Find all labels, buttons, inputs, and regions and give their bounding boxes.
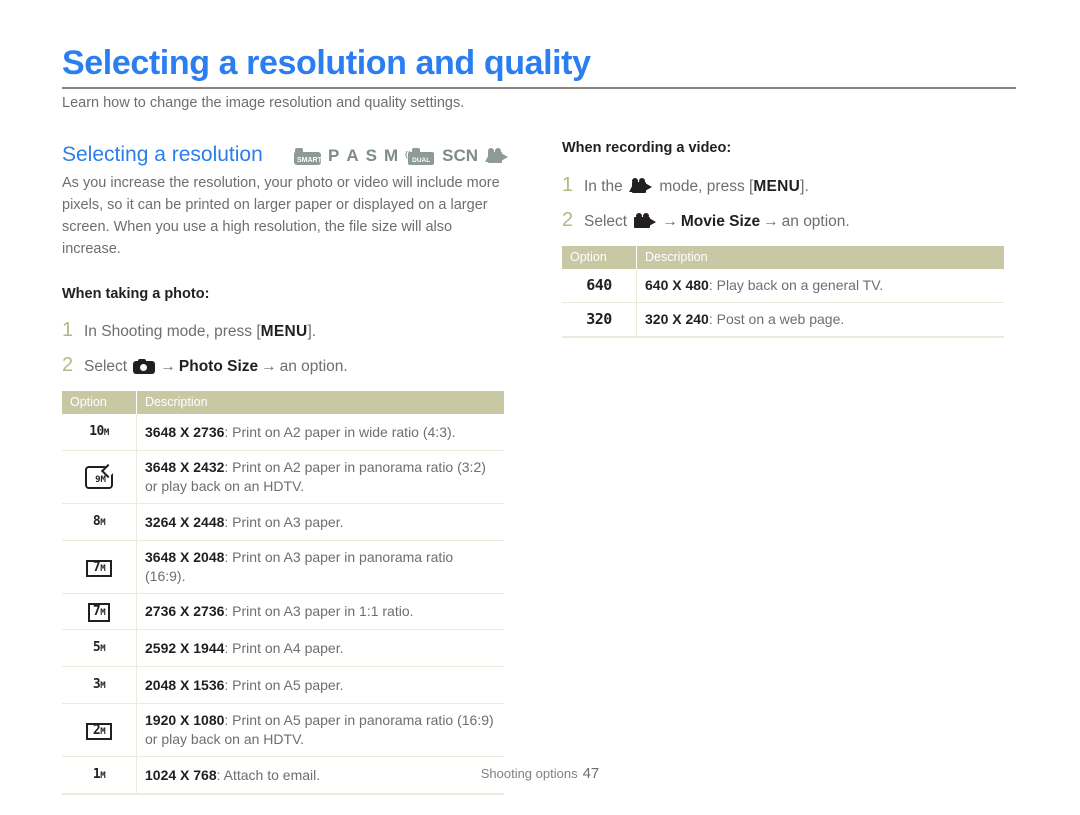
video-step-2: 2 Select → Movie Size → an option. — [562, 209, 1027, 232]
photo-option-icon-7m-wide: 7M — [62, 540, 137, 594]
section-paragraph: As you increase the resolution, your pho… — [62, 175, 500, 257]
m-mode-icon: M — [383, 146, 399, 165]
photo-row-desc-3m: 2048 X 1536: Print on A5 paper. — [136, 666, 504, 704]
photo-size-menu-label: Photo Size — [178, 358, 259, 375]
movie-mode-icon — [485, 148, 509, 164]
menu-key-label: MENU — [753, 178, 801, 195]
photo-step-2: 2 Select → Photo Size → an option. — [62, 354, 527, 377]
photo-size-table: Option Description 10M 3648 X 2736: Prin… — [62, 391, 504, 795]
video-step-1-number: 1 — [562, 174, 574, 196]
video-step-1: 1 In the mode, press [MENU]. — [562, 174, 1027, 197]
document-page: Selecting a resolution and quality Learn… — [0, 0, 1080, 815]
photo-row-desc-7m-wide: 3648 X 2048: Print on A3 paper in panora… — [136, 540, 504, 594]
photo-step-1-number: 1 — [62, 319, 74, 341]
resolution-badge-7m-wide: 7M — [85, 560, 113, 577]
page-title: Selecting a resolution and quality — [62, 44, 591, 82]
title-divider — [62, 87, 1016, 89]
table-row: 7M 3648 X 2048: Print on A3 paper in pan… — [62, 540, 504, 594]
photo-option-icon-5m: 5M — [62, 629, 137, 667]
intro-text: Learn how to change the image resolution… — [62, 95, 465, 111]
resolution-badge-640: 640 — [586, 276, 612, 294]
resolution-badge-2m: 2M — [85, 723, 113, 740]
photo-option-icon-2m: 2M — [62, 703, 137, 757]
photo-row-desc-8m: 3264 X 2448: Print on A3 paper. — [136, 503, 504, 541]
video-subheading: When recording a video: — [562, 140, 732, 156]
video-step-2-text: Select → Movie Size → an option. — [584, 213, 850, 230]
resolution-badge-9m: 9M — [85, 463, 116, 489]
photo-row-desc-9m: 3648 X 2432: Print on A2 paper in panora… — [136, 450, 504, 504]
movie-mode-icon — [629, 178, 653, 194]
table-row: 9M 3648 X 2432: Print on A2 paper in pan… — [62, 450, 504, 504]
scn-mode-icon: SCN — [442, 146, 479, 165]
photo-option-icon-3m: 3M — [62, 666, 137, 704]
table-row: 7M 2736 X 2736: Print on A3 paper in 1:1… — [62, 593, 504, 630]
video-table-col-option: Option — [562, 246, 637, 269]
smart-mode-icon-label: SMART — [297, 156, 322, 164]
photo-size-table-wrap: Option Description 10M 3648 X 2736: Prin… — [62, 391, 504, 795]
resolution-badge-320: 320 — [586, 310, 612, 328]
photo-step-1: 1 In Shooting mode, press [MENU]. — [62, 319, 527, 342]
smart-mode-icon: SMART — [294, 147, 322, 165]
dual-is-mode-icon: (( DUAL — [405, 147, 435, 165]
movie-camera-icon — [633, 213, 657, 229]
resolution-badge-5m: 5M — [92, 640, 106, 655]
table-row: 640 640 X 480: Play back on a general TV… — [562, 269, 1004, 303]
page-footer: Shooting options 47 — [0, 765, 1080, 782]
photo-step-1-text: In Shooting mode, press [MENU]. — [84, 323, 317, 340]
video-table-header-row: Option Description — [562, 246, 1004, 269]
photo-step-2-number: 2 — [62, 354, 74, 376]
a-mode-icon: A — [346, 146, 359, 165]
footer-label: Shooting options — [480, 766, 578, 781]
arrow-glyph-1: → — [160, 358, 176, 375]
video-row-desc-640: 640 X 480: Play back on a general TV. — [636, 269, 1004, 303]
movie-size-table: Option Description 640 640 X 480: Play b… — [562, 246, 1004, 338]
resolution-badge-3m: 3M — [92, 677, 106, 692]
resolution-badge-7m-square: 7M — [87, 603, 111, 622]
section-heading: Selecting a resolution — [62, 143, 263, 166]
table-row: 8M 3264 X 2448: Print on A3 paper. — [62, 503, 504, 541]
resolution-badge-8m: 8M — [92, 514, 106, 529]
arrow-glyph-3: → — [662, 213, 678, 230]
s-mode-icon: S — [365, 146, 377, 165]
video-option-icon-640: 640 — [562, 269, 637, 303]
photo-row-desc-10m: 3648 X 2736: Print on A2 paper in wide r… — [136, 414, 504, 451]
supported-modes-icon-row: SMART P A S M (( DUAL SCN — [294, 146, 509, 166]
video-step-1-text: In the mode, press [MENU]. — [584, 178, 809, 195]
movie-size-menu-label: Movie Size — [680, 213, 761, 230]
photo-subheading: When taking a photo: — [62, 286, 210, 302]
photo-table-col-description: Description — [136, 391, 504, 414]
photo-table-header-row: Option Description — [62, 391, 504, 414]
video-step-2-number: 2 — [562, 209, 574, 231]
resolution-badge-10m: 10M — [89, 424, 109, 439]
photo-row-desc-2m: 1920 X 1080: Print on A5 paper in panora… — [136, 703, 504, 757]
left-column: As you increase the resolution, your pho… — [62, 172, 527, 795]
menu-key-label: MENU — [260, 323, 308, 340]
photo-table-col-option: Option — [62, 391, 137, 414]
arrow-glyph-4: → — [763, 213, 779, 230]
table-row: 10M 3648 X 2736: Print on A2 paper in wi… — [62, 414, 504, 451]
photo-camera-icon — [133, 359, 156, 374]
p-mode-icon: P — [328, 146, 340, 165]
table-row: 2M 1920 X 1080: Print on A5 paper in pan… — [62, 703, 504, 757]
video-option-icon-320: 320 — [562, 302, 637, 338]
photo-option-icon-8m: 8M — [62, 503, 137, 541]
photo-option-icon-9m: 9M — [62, 450, 137, 504]
photo-option-icon-7m-square: 7M — [62, 593, 137, 630]
movie-size-table-wrap: Option Description 640 640 X 480: Play b… — [562, 246, 1004, 338]
photo-row-desc-7m-square: 2736 X 2736: Print on A3 paper in 1:1 ra… — [136, 593, 504, 630]
table-row: 320 320 X 240: Post on a web page. — [562, 302, 1004, 338]
photo-step-2-text: Select → Photo Size → an option. — [84, 358, 348, 375]
video-table-col-description: Description — [636, 246, 1004, 269]
right-column: When recording a video: 1 In the mode, p… — [562, 140, 1027, 338]
table-row: 5M 2592 X 1944: Print on A4 paper. — [62, 629, 504, 667]
photo-option-icon-10m: 10M — [62, 414, 137, 451]
table-row: 3M 2048 X 1536: Print on A5 paper. — [62, 666, 504, 704]
arrow-glyph-2: → — [261, 358, 277, 375]
photo-row-desc-5m: 2592 X 1944: Print on A4 paper. — [136, 629, 504, 667]
dual-is-mode-icon-label: DUAL — [412, 156, 431, 164]
video-row-desc-320: 320 X 240: Post on a web page. — [636, 302, 1004, 338]
page-number: 47 — [582, 765, 600, 782]
